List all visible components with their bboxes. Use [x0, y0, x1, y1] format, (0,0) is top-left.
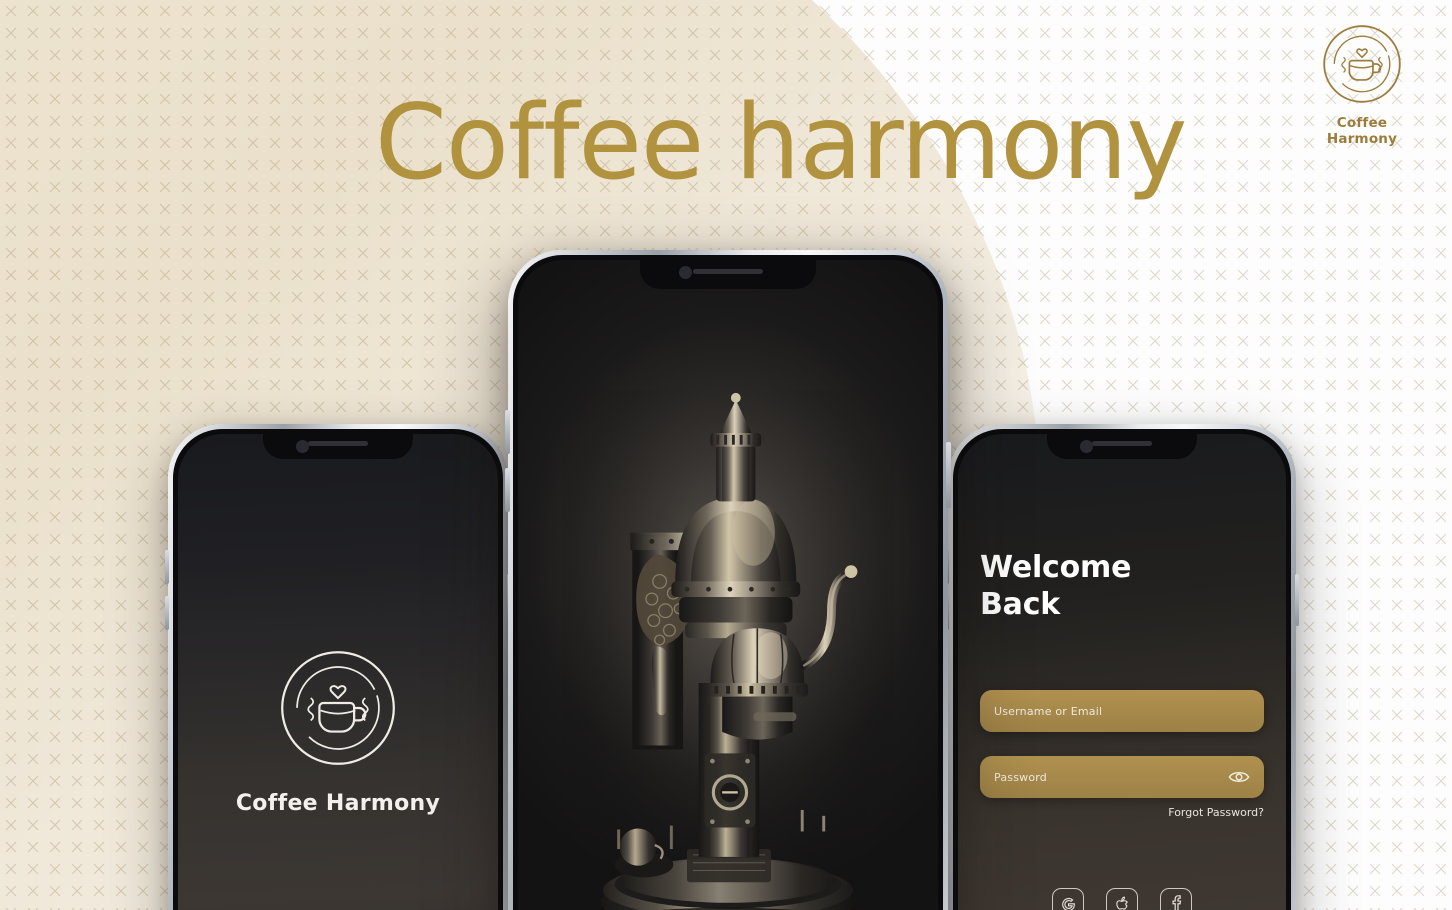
google-icon[interactable]	[1052, 888, 1084, 910]
power-button[interactable]	[946, 442, 951, 508]
apple-glyph	[1115, 896, 1128, 910]
presentation-stage: Coffee Harmony Coffee harmony Coffee Har…	[0, 0, 1452, 910]
eye-icon[interactable]	[1228, 770, 1250, 784]
phone-center-hero: مستقل mostaql.com	[505, 250, 951, 910]
phone-notch	[640, 260, 816, 289]
espresso-machine-artwork	[518, 390, 938, 910]
phone-notch	[1047, 434, 1197, 459]
volume-down-button[interactable]	[505, 468, 510, 512]
earpiece-speaker	[1092, 441, 1152, 446]
splash-content: Coffee Harmony	[178, 646, 498, 816]
earpiece-speaker	[308, 441, 368, 446]
login-heading-line1: Welcome	[980, 550, 1132, 585]
facebook-icon[interactable]	[1160, 888, 1192, 910]
forgot-password-link[interactable]: Forgot Password?	[1168, 806, 1264, 819]
coffee-cup-circle-logo-icon	[281, 651, 395, 765]
phone-screen: Coffee Harmony	[178, 434, 498, 910]
power-button[interactable]	[1295, 574, 1299, 626]
phone-screen	[518, 260, 938, 910]
splash-app-name: Coffee Harmony	[235, 791, 441, 816]
phone-left-splash: Coffee Harmony	[165, 424, 511, 910]
page-title: Coffee harmony	[375, 83, 1187, 203]
login-heading: Welcome Back	[980, 550, 1131, 623]
login-form: Welcome Back Username or Email Password F…	[958, 434, 1286, 910]
facebook-glyph	[1171, 895, 1181, 910]
front-camera-icon	[296, 440, 309, 453]
volume-up-button[interactable]	[165, 550, 169, 584]
phone-right-login: Welcome Back Username or Email Password F…	[945, 424, 1299, 910]
espresso-machine-icon	[561, 390, 895, 910]
login-heading-line2: Back	[980, 586, 1061, 622]
brand-logo: Coffee Harmony	[1302, 22, 1422, 147]
social-login-row	[958, 888, 1286, 910]
volume-down-button[interactable]	[165, 596, 169, 630]
phone-notch	[263, 434, 413, 459]
password-placeholder: Password	[994, 770, 1047, 784]
password-input[interactable]: Password	[980, 756, 1264, 798]
front-camera-icon	[678, 266, 692, 279]
brand-name: Coffee Harmony	[1326, 115, 1398, 147]
phone-screen: Welcome Back Username or Email Password F…	[958, 434, 1286, 910]
front-camera-icon	[1080, 440, 1093, 453]
google-glyph	[1061, 897, 1075, 910]
volume-up-button[interactable]	[505, 410, 510, 454]
apple-icon[interactable]	[1106, 888, 1138, 910]
username-placeholder: Username or Email	[994, 704, 1103, 718]
earpiece-speaker	[692, 269, 764, 274]
username-input[interactable]: Username or Email	[980, 690, 1264, 732]
coffee-cup-circle-logo-icon	[1323, 25, 1401, 103]
